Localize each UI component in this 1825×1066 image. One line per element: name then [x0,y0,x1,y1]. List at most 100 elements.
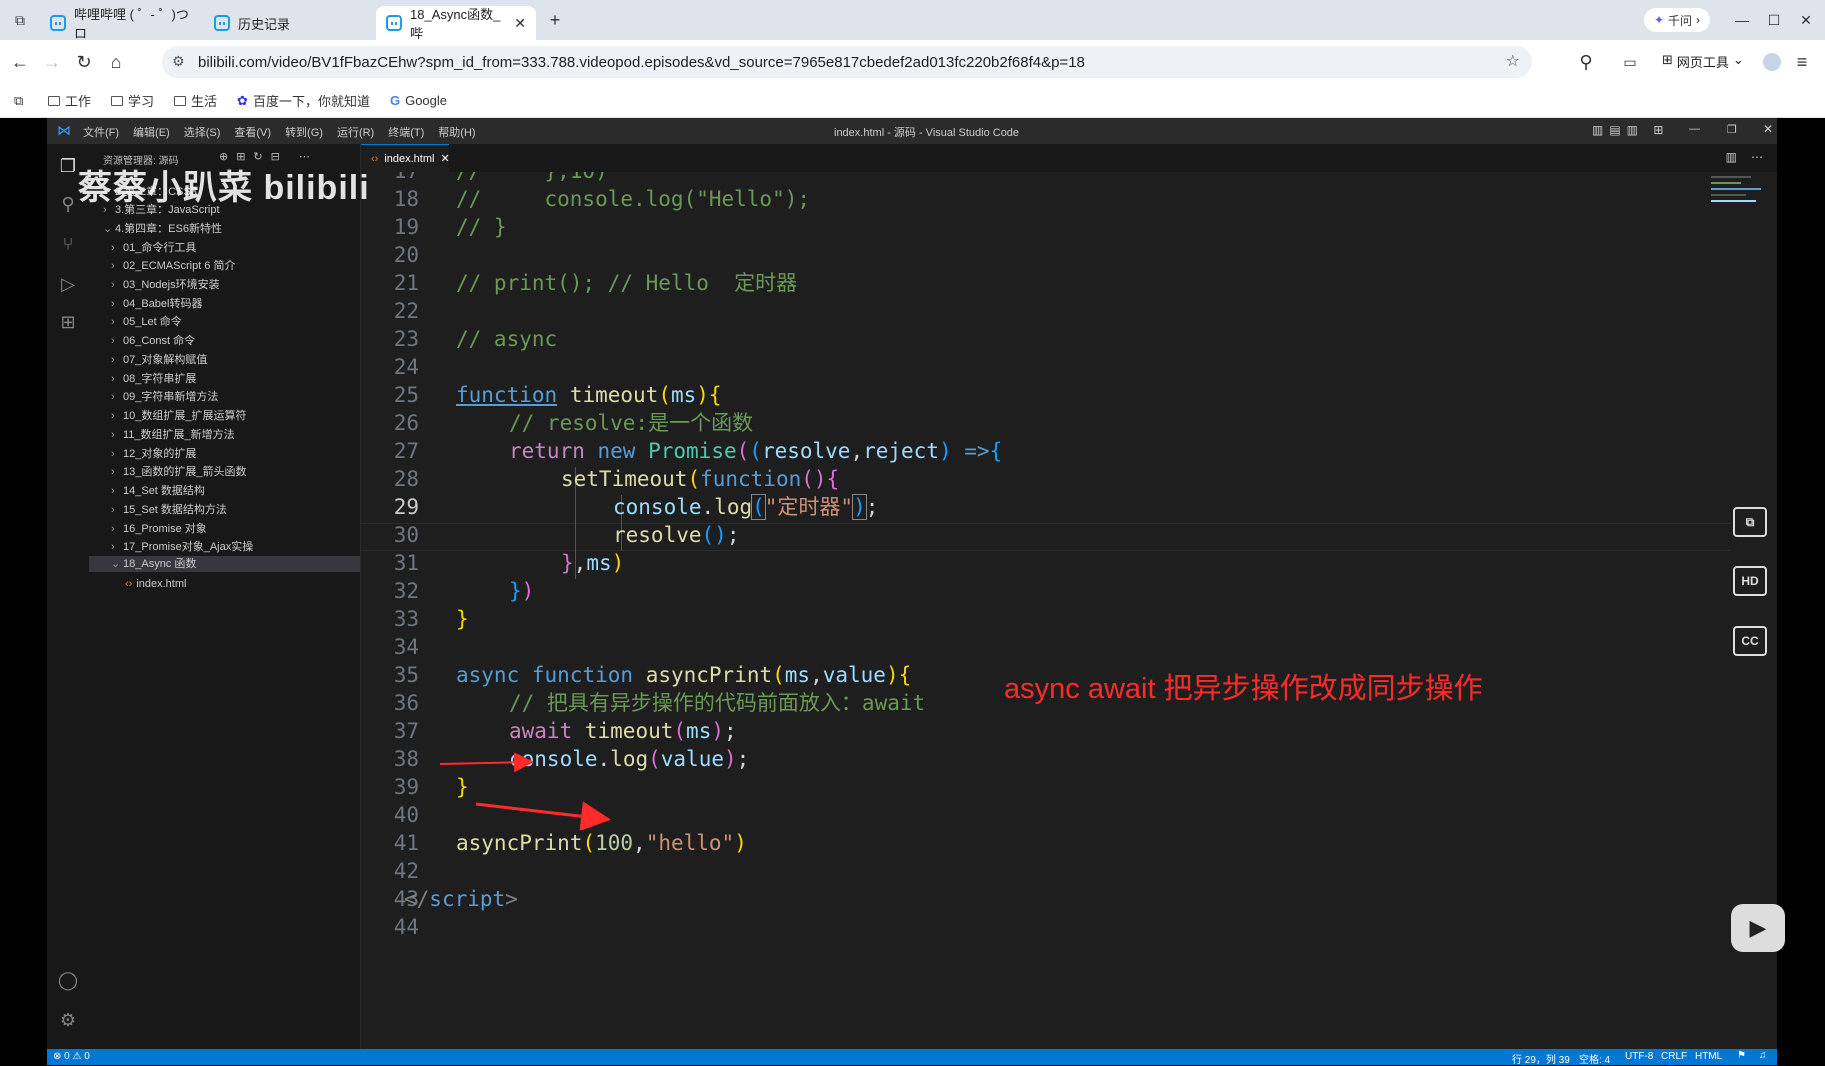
subtitles-button[interactable]: CC [1733,626,1767,656]
vs-maximize-icon[interactable]: ❐ [1727,123,1737,136]
bookmark-folder-work[interactable]: 工作 [40,91,99,110]
search-icon[interactable]: ⚲ [56,192,80,216]
close-tab-icon[interactable]: ✕ [440,152,449,165]
extensions-icon[interactable]: ⊞ [56,310,80,334]
tab-search-icon[interactable]: ⧉ [8,8,32,32]
tree-folder[interactable]: › 13_函数的扩展_箭头函数 [111,464,246,480]
run-debug-icon[interactable]: ▷ [56,272,80,296]
tree-folder[interactable]: › 16_Promise 对象 [111,521,207,537]
tree-folder[interactable]: › 11_数组扩展_新增方法 [111,427,235,443]
arrow-to-async-function [439,752,534,773]
tree-folder[interactable]: › 17_Promise对象_Ajax实操 [111,539,253,555]
bilibili-tv-play-icon[interactable]: ▶ [1731,904,1785,952]
qianwen-button[interactable]: ✦ 千问 › [1644,8,1710,32]
vscode-titlebar: ⋈ 文件(F) 编辑(E) 选择(S) 查看(V) 转到(G) 运行(R) 终端… [47,118,1777,144]
tree-folder[interactable]: › 14_Set 数据结构 [111,483,205,499]
baidu-icon: ✿ [237,92,248,108]
tree-file-index-html[interactable]: ‹› index.html [125,576,186,592]
menu-go[interactable]: 转到(G) [285,124,323,140]
url-field[interactable]: ⚙ bilibili.com/video/BV1fFbazCEhw?spm_id… [162,46,1532,78]
cursor-position[interactable]: 行 29，列 39 [1512,1051,1570,1066]
cast-icon[interactable]: ▭ [1618,50,1642,74]
tree-folder[interactable]: › 04_Babel转码器 [111,296,203,312]
tree-folder[interactable]: › 05_Let 命令 [111,314,182,330]
tree-folder-open[interactable]: ⌄ 4.第四章：ES6新特性 [103,221,222,237]
maximize-icon[interactable]: ☐ [1762,8,1786,32]
chevron-right-icon: › [111,485,115,497]
settings-gear-icon[interactable]: ⚙ [56,1008,80,1032]
reload-icon[interactable]: ↻ [72,50,96,74]
chevron-right-icon: › [111,335,115,347]
more-actions-icon[interactable]: ⋯ [1751,150,1763,164]
chevron-right-icon: › [111,504,115,516]
profile-avatar-icon[interactable] [1760,50,1784,74]
vs-minimize-icon[interactable]: — [1689,123,1700,135]
extensions-icon[interactable]: ⚲ [1574,50,1598,74]
menu-help[interactable]: 帮助(H) [438,124,475,140]
tree-folder[interactable]: › 12_对象的扩展 [111,446,196,462]
tree-folder[interactable]: › 10_数组扩展_扩展运算符 [111,408,246,424]
bookmark-folder-life[interactable]: 生活 [166,91,225,110]
source-control-icon[interactable]: ⑂ [56,232,80,256]
code-editor[interactable]: 17// },10) 18// console.log("Hello"); 19… [361,172,1731,1049]
minimap[interactable] [1711,172,1771,252]
problems-indicator[interactable]: ⊗ 0 ⚠ 0 [53,1051,90,1062]
close-tab-icon[interactable]: ✕ [514,15,526,32]
tabs-icon[interactable]: ⧉ [14,93,36,109]
hd-quality-button[interactable]: HD [1733,566,1767,596]
feedback-icon[interactable]: ⚑ [1737,1050,1746,1061]
tree-folder[interactable]: › 06_Const 命令 [111,333,195,349]
eol-indicator[interactable]: CRLF [1661,1051,1687,1062]
indent-setting[interactable]: 空格: 4 [1579,1051,1610,1066]
bookmark-google[interactable]: G Google [382,93,455,108]
back-icon[interactable]: ← [8,50,32,74]
bookmark-folder-study[interactable]: 学习 [103,91,162,110]
tree-folder[interactable]: › 08_字符串扩展 [111,371,196,387]
menu-icon[interactable]: ≡ [1790,50,1814,74]
editor-tab-index-html[interactable]: ‹› index.html ✕ [361,144,450,172]
close-window-icon[interactable]: ✕ [1794,8,1818,32]
menu-file[interactable]: 文件(F) [83,124,119,140]
line-number: 21 [393,271,419,295]
menu-selection[interactable]: 选择(S) [184,124,221,140]
code-param: ms [686,719,712,743]
explorer-icon[interactable]: ❐ [56,154,80,178]
encoding-indicator[interactable]: UTF-8 [1625,1051,1653,1062]
bookmark-star-icon[interactable]: ☆ [1506,51,1520,71]
vs-close-icon[interactable]: ✕ [1763,122,1773,136]
line-number: 40 [393,803,419,827]
tree-folder[interactable]: › 07_对象解构赋值 [111,352,207,368]
tree-folder[interactable]: › 09_字符串新增方法 [111,389,218,405]
tree-folder[interactable]: › 03_Nodejs环境安装 [111,277,220,293]
minimize-icon[interactable]: — [1730,8,1754,32]
site-info-icon[interactable]: ⚙ [172,53,185,70]
explorer-sidebar: 资源管理器: 源码 ⊕⊞↻⊟ ⋯ › 2.第二章：CSS3 › 3.第三章：Java… [89,144,361,1049]
menu-run[interactable]: 运行(R) [337,124,374,140]
bookmark-baidu[interactable]: ✿ 百度一下，你就知道 [229,91,378,110]
menu-edit[interactable]: 编辑(E) [133,124,170,140]
browser-tab-active[interactable]: 18_Async函数_哔 ✕ [376,6,536,41]
line-number: 44 [393,915,419,939]
tree-folder-selected[interactable]: ⌄ 18_Async 函数 [89,556,360,572]
chevron-right-icon: › [111,541,115,553]
new-tab-icon[interactable]: + [543,8,567,32]
web-tools-button[interactable]: ⊞ 网页工具 ⌄ [1662,52,1744,71]
address-bar-row: ← → ↻ ⌂ ⚙ bilibili.com/video/BV1fFbazCEh… [0,40,1825,84]
tree-folder[interactable]: › 01_命令行工具 [111,240,196,256]
picture-in-picture-icon[interactable]: ⧉ [1733,507,1767,537]
tree-folder[interactable]: › 02_ECMAScript 6 简介 [111,258,235,274]
notifications-icon[interactable]: ♫ [1759,1050,1767,1061]
forward-icon[interactable]: → [40,50,64,74]
browser-tab-history[interactable]: 历史记录 [204,6,364,40]
layout-icons[interactable]: ▥▤▥ ⊞ [1592,123,1669,137]
menu-terminal[interactable]: 终端(T) [388,124,424,140]
tree-folder[interactable]: › 15_Set 数据结构方法 [111,502,227,518]
bilibili-icon [386,15,402,31]
split-editor-icon[interactable]: ▥ [1726,150,1737,164]
home-icon[interactable]: ⌂ [104,50,128,74]
browser-tab-bilibili[interactable]: 哔哩哔哩 ( ゜- ゜)つロ [40,6,200,41]
tree-label: 04_Babel转码器 [123,298,203,310]
language-mode[interactable]: HTML [1695,1051,1722,1062]
account-icon[interactable]: ◯ [56,968,80,992]
menu-view[interactable]: 查看(V) [234,124,271,140]
